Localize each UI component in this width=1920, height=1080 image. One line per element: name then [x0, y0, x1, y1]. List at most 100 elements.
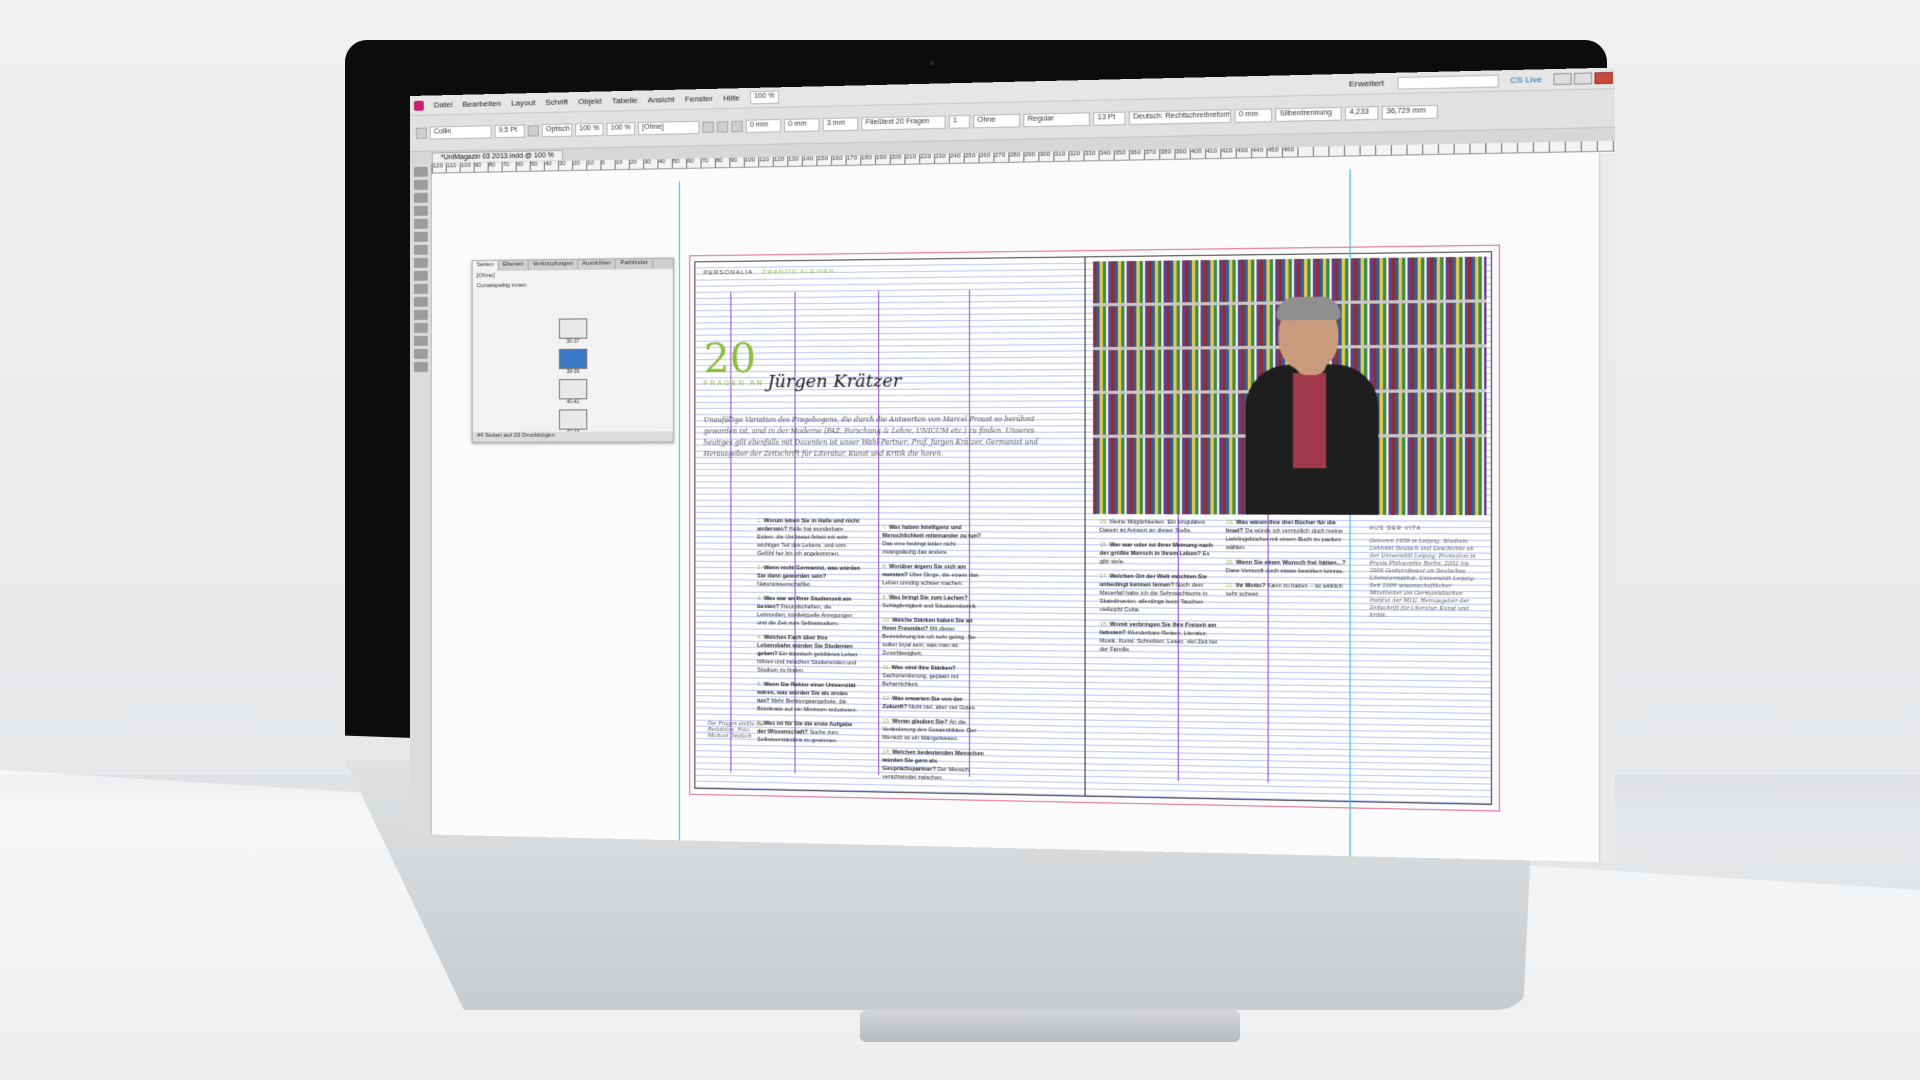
search-input[interactable] [1397, 74, 1499, 90]
qa-item: 11. Was sind Ihre Stärken? Sachorientier… [882, 664, 988, 690]
ruler-tick-label: 50 [530, 161, 538, 168]
horizontal-scale-field[interactable]: 100 % [606, 122, 636, 136]
column-gap-field[interactable]: 36,729 mm [1381, 104, 1438, 120]
portrait-photo[interactable] [1093, 256, 1487, 516]
pasteboard[interactable]: Seiten Ebenen Verknüpfungen Ausrichten P… [431, 152, 1600, 863]
qa-question: Wenn nicht Germanist, was würden Sie dan… [757, 565, 861, 580]
tab-pathfinder[interactable]: Pathfinder [616, 258, 654, 270]
gradient-tool-icon[interactable] [413, 309, 428, 320]
selection-tool-icon[interactable] [413, 166, 428, 177]
qa-item: 5. Wenn Sie Rektor einer Universität wär… [757, 681, 861, 715]
tab-seiten[interactable]: Seiten [472, 260, 499, 272]
qa-answer: Schlagfertigkeit und Situationskomik. [882, 603, 978, 611]
page-thumb-42-43[interactable] [558, 409, 588, 430]
columns-field[interactable]: 1 [948, 114, 971, 129]
align-right-icon[interactable] [731, 120, 743, 133]
zoom-tool-icon[interactable] [413, 348, 428, 359]
kerning-field[interactable]: Optisch [541, 123, 573, 138]
pages-panel-footer: 44 Seiten auf 23 Druckbögen [472, 431, 673, 442]
language-select[interactable]: Deutsch: Rechtschreibreform [1128, 109, 1232, 126]
tab-ausrichten[interactable]: Ausrichten [578, 259, 617, 270]
qa-number: 21. [1225, 582, 1236, 590]
font-size-field[interactable]: 9,5 Pt [494, 124, 525, 139]
character-style-select[interactable]: [Ohne] [638, 120, 700, 136]
page-tool-icon[interactable] [413, 192, 428, 203]
qa-number: 15. [1099, 519, 1110, 526]
font-family-select[interactable]: Collin [429, 125, 492, 140]
space-before-field[interactable]: 0 mm [784, 118, 820, 133]
indent-right-field[interactable]: 0 mm [1234, 108, 1272, 123]
qa-item: 7. Was haben Intelligenz und Menschlichk… [882, 524, 988, 558]
menu-fenster[interactable]: Fenster [685, 94, 713, 104]
pages-panel: Seiten Ebenen Verknüpfungen Ausrichten P… [471, 257, 674, 443]
menu-ansicht[interactable]: Ansicht [648, 95, 675, 105]
vertical-scale-field[interactable]: 100 % [575, 122, 604, 137]
close-icon[interactable] [1594, 71, 1613, 85]
menu-objekt[interactable]: Objekt [578, 97, 601, 107]
ruler-tick-label: 30 [644, 159, 652, 166]
qa-column-right-b: 19. Was wären Ihre drei Bücher für die I… [1226, 519, 1347, 606]
page-thumb-36-37[interactable] [558, 318, 588, 339]
zoom-select[interactable]: 100 % [749, 90, 779, 105]
ruler-tick-label: 160 [832, 155, 843, 163]
rectangle-frame-tool-icon[interactable] [413, 257, 428, 268]
align-left-icon[interactable] [702, 121, 714, 133]
all-caps-icon[interactable] [527, 125, 539, 137]
ruler-tick-label: 200 [890, 154, 902, 161]
paragraph-style-select[interactable]: Fließtext 20 Fragen [861, 115, 946, 131]
master-row[interactable]: Cunatspaltig innen [473, 279, 673, 291]
indent-left-field[interactable]: 0 mm [745, 118, 782, 134]
qa-number: 20. [1225, 559, 1236, 567]
space-after-field[interactable]: 3 mm [822, 117, 859, 132]
ohne-select[interactable]: Ohne [973, 113, 1021, 129]
direct-selection-tool-icon[interactable] [413, 179, 428, 190]
tab-verknuepfungen[interactable]: Verknüpfungen [528, 259, 579, 271]
page-thumb-40-41[interactable] [558, 379, 588, 400]
hyphenation-checkbox[interactable]: Silbentrennung [1275, 106, 1342, 123]
transform-tool-icon[interactable] [413, 296, 428, 307]
ruler-tick-label: 210 [905, 154, 917, 161]
pencil-tool-icon[interactable] [413, 244, 428, 255]
character-mode-icon[interactable] [415, 127, 427, 139]
page-spread[interactable]: PERSONALIA ZWANZIG KLEINEN 20 FRAGEN AN … [678, 169, 1493, 863]
cs-live-button[interactable]: CS Live [1510, 75, 1542, 85]
font-style-select[interactable]: Regular [1023, 112, 1090, 128]
menu-schrift[interactable]: Schrift [545, 97, 568, 107]
hand-tool-icon[interactable] [413, 335, 428, 346]
tab-ebenen[interactable]: Ebenen [498, 260, 529, 271]
leading-field[interactable]: 13 Pt [1093, 111, 1126, 126]
qa-item: 3. Was war an Ihrer Studienzeit am beste… [757, 595, 861, 629]
qa-question: Welche Stärken haben Sie an Ihren Freund… [882, 617, 973, 633]
qa-item: 20. Wenn Sie einen Wunsch frei hätten...… [1226, 559, 1347, 577]
ruler-tick-label: 10 [615, 159, 623, 167]
ruler-tick-label: 380 [1160, 149, 1172, 156]
cyan-guide [678, 181, 680, 853]
line-tool-icon[interactable] [413, 218, 428, 229]
maximize-icon[interactable] [1573, 72, 1593, 85]
align-center-icon[interactable] [716, 121, 729, 133]
pen-tool-icon[interactable] [413, 231, 428, 242]
ruler-tick-label: 360 [1129, 149, 1141, 157]
menu-hilfe[interactable]: Hilfe [723, 93, 740, 103]
page-thumb-38-39[interactable] [558, 348, 588, 370]
workspace-select[interactable]: Erweitert [1349, 78, 1384, 88]
menu-bearbeiten[interactable]: Bearbeiten [462, 99, 501, 109]
ruler-tick-label: 230 [935, 153, 946, 161]
fill-stroke-icon[interactable] [413, 361, 428, 372]
qa-number: 19. [1225, 519, 1236, 527]
scissors-tool-icon[interactable] [413, 283, 428, 294]
type-tool-icon[interactable] [413, 205, 428, 216]
vertical-scrollbar[interactable] [1599, 152, 1616, 863]
qa-item: 14. Welchen bedeutenden Menschen würden … [882, 748, 988, 783]
eyedropper-tool-icon[interactable] [413, 322, 428, 333]
menu-datei[interactable]: Datei [434, 100, 453, 109]
menu-layout[interactable]: Layout [511, 98, 535, 108]
column-width-field[interactable]: 4,233 [1345, 106, 1379, 121]
headline-name: Jürgen Krätzer [767, 371, 902, 393]
ruler-tick-label: 340 [1099, 150, 1111, 158]
qa-item: 1. Worum leben Sie in Halle und nicht an… [757, 517, 861, 558]
minimize-icon[interactable] [1553, 72, 1572, 86]
rectangle-tool-icon[interactable] [413, 270, 428, 281]
ruler-tick-label: 450 [1267, 147, 1279, 154]
menu-tabelle[interactable]: Tabelle [612, 96, 638, 106]
